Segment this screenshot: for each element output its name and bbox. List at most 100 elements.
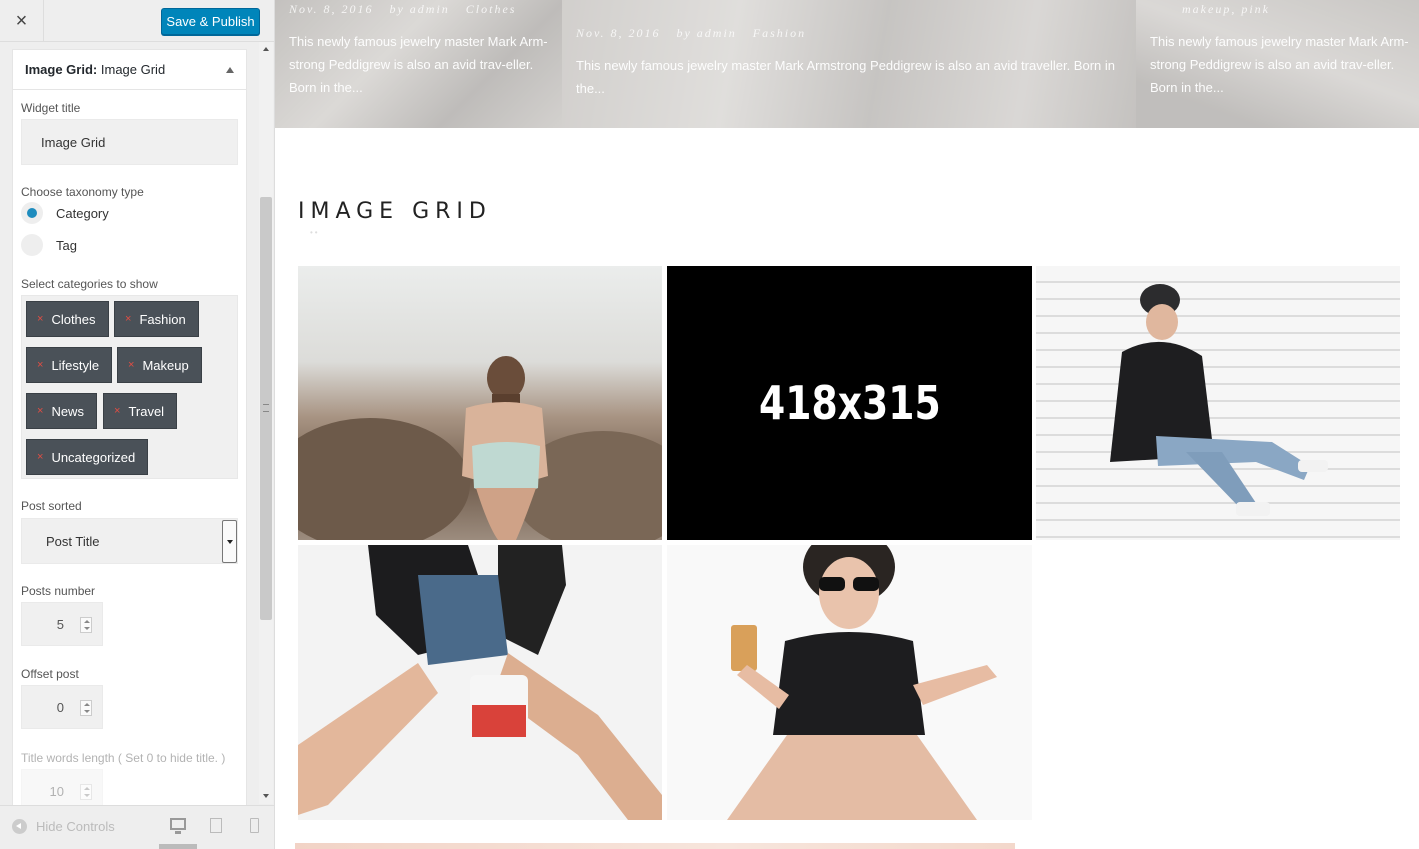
post-category[interactable]: Fashion — [753, 26, 806, 40]
post-author: by admin — [389, 2, 450, 16]
mobile-icon[interactable] — [250, 818, 259, 833]
chip-clothes[interactable]: × Clothes — [26, 301, 109, 337]
customizer-header: × Save & Publish — [0, 0, 274, 42]
radio-category[interactable]: Category — [21, 202, 109, 224]
spinner-icon[interactable] — [80, 784, 92, 800]
chip-fashion[interactable]: × Fashion — [114, 301, 199, 337]
remove-icon[interactable]: × — [128, 359, 134, 371]
offset-input[interactable]: 0 — [21, 685, 103, 729]
customizer-sidebar: × Save & Publish Image Grid: Image Grid … — [0, 0, 275, 849]
placeholder-label: 418x315 — [758, 376, 941, 430]
chip-uncategorized[interactable]: × Uncategorized — [26, 439, 149, 475]
posts-number-input[interactable]: 5 — [21, 602, 103, 646]
chip-label: Fashion — [139, 311, 186, 327]
section-title: IMAGE GRID — [298, 199, 492, 224]
tablet-icon[interactable] — [210, 818, 222, 833]
scroll-down-icon[interactable] — [263, 794, 269, 798]
radio-category-label: Category — [56, 205, 109, 221]
widget-title-label: Widget title — [21, 101, 81, 115]
chip-label: Makeup — [142, 357, 189, 373]
grid-image-leather-jacket[interactable] — [298, 545, 662, 820]
chip-makeup[interactable]: × Makeup — [117, 347, 202, 383]
grid-image-sunglasses[interactable] — [667, 545, 1032, 820]
collapse-icon — [12, 819, 27, 834]
remove-icon[interactable]: × — [37, 451, 43, 463]
post-author: by admin — [676, 26, 737, 40]
widget-title-input[interactable]: Image Grid — [21, 119, 238, 165]
chip-label: Lifestyle — [51, 357, 100, 373]
grip-icon — [263, 404, 269, 412]
posts-number-value: 5 — [56, 617, 64, 632]
grid-image-bench[interactable] — [1036, 266, 1400, 540]
save-publish-button[interactable]: Save & Publish — [161, 8, 260, 35]
post-meta: Nov. 8, 2016 by admin Clothes — [289, 2, 516, 17]
post-category[interactable]: Clothes — [466, 2, 517, 16]
active-device-indicator — [159, 844, 197, 849]
jacket-figure — [298, 545, 662, 820]
beach-figure — [298, 356, 662, 540]
widget-type: Image Grid: — [25, 62, 98, 77]
grid-image-beach[interactable] — [298, 266, 662, 540]
title-words-label: Title words length ( Set 0 to hide title… — [21, 751, 226, 765]
sunglasses-figure — [727, 545, 997, 820]
widget-header[interactable]: Image Grid: Image Grid — [13, 50, 246, 90]
remove-icon[interactable]: × — [114, 405, 120, 417]
spinner-icon[interactable] — [80, 617, 92, 633]
remove-icon[interactable]: × — [125, 313, 131, 325]
sorted-select[interactable]: Post Title — [21, 518, 238, 564]
close-icon[interactable]: × — [0, 0, 44, 42]
post-meta: Nov. 8, 2016 by admin Fashion — [576, 26, 806, 41]
taxonomy-label: Choose taxonomy type — [21, 185, 144, 199]
hide-controls-button[interactable]: Hide Controls — [12, 819, 115, 834]
chevron-down-icon[interactable] — [222, 520, 237, 563]
post-card[interactable]: Nov. 8, 2016 by admin Fashion This newly f… — [562, 0, 1136, 128]
chip-travel[interactable]: × Travel — [103, 393, 178, 429]
widget-heading: Image Grid: Image Grid — [25, 62, 165, 77]
next-section-peek — [295, 843, 1015, 849]
spinner-icon[interactable] — [80, 700, 92, 716]
widget-name: Image Grid — [100, 62, 166, 77]
posts-number-label: Posts number — [21, 584, 96, 598]
customizer-footer: Hide Controls — [0, 805, 274, 849]
chip-label: Uncategorized — [51, 449, 136, 465]
post-excerpt: This newly famous jewelry master Mark Ar… — [1150, 34, 1409, 95]
radio-tag[interactable]: Tag — [21, 234, 77, 256]
chip-lifestyle[interactable]: × Lifestyle — [26, 347, 113, 383]
categories-multiselect[interactable]: × Clothes × Fashion × Lifestyle × Makeup × Ne… — [21, 295, 238, 479]
scroll-thumb[interactable] — [260, 197, 272, 620]
hide-controls-label: Hide Controls — [36, 819, 115, 834]
chip-label: Travel — [128, 403, 165, 419]
categories-label: Select categories to show — [21, 277, 158, 291]
post-date: Nov. 8, 2016 — [289, 2, 374, 16]
title-words-value: 10 — [49, 784, 64, 799]
sidebar-scrollbar[interactable] — [259, 42, 273, 804]
remove-icon[interactable]: × — [37, 405, 43, 417]
collapse-arrow-icon[interactable] — [226, 66, 234, 73]
desktop-icon[interactable] — [170, 818, 186, 834]
post-date: Nov. 8, 2016 — [576, 26, 661, 40]
site-preview: Nov. 8, 2016 by admin Clothes This newly f… — [275, 0, 1419, 849]
remove-icon[interactable]: × — [37, 313, 43, 325]
remove-icon[interactable]: × — [37, 359, 43, 371]
post-card[interactable]: makeup, pink This newly famous jewelry m… — [1136, 0, 1419, 128]
grid-image-placeholder[interactable]: 418x315 — [667, 266, 1032, 540]
radio-checked-icon[interactable] — [21, 202, 43, 224]
widget-panel: Image Grid: Image Grid Widget title Imag… — [12, 49, 247, 809]
scroll-up-icon[interactable] — [263, 47, 269, 51]
offset-value: 0 — [56, 700, 64, 715]
radio-unchecked-icon[interactable] — [21, 234, 43, 256]
sorted-value: Post Title — [46, 533, 100, 549]
bench-figure — [1110, 284, 1328, 516]
post-meta: makeup, pink — [1150, 2, 1270, 17]
chip-news[interactable]: × News — [26, 393, 97, 429]
post-category[interactable]: makeup, pink — [1182, 2, 1270, 16]
post-excerpt: This newly famous jewelry master Mark Ar… — [289, 34, 548, 95]
title-decoration: •• — [310, 228, 320, 237]
offset-label: Offset post — [21, 667, 79, 681]
chip-label: Clothes — [51, 311, 96, 327]
post-excerpt: This newly famous jewelry master Mark Ar… — [576, 58, 1115, 96]
post-slider: Nov. 8, 2016 by admin Clothes This newly f… — [275, 0, 1419, 128]
post-card[interactable]: Nov. 8, 2016 by admin Clothes This newly f… — [275, 0, 562, 128]
radio-tag-label: Tag — [56, 237, 77, 253]
title-words-input[interactable]: 10 — [21, 769, 103, 808]
